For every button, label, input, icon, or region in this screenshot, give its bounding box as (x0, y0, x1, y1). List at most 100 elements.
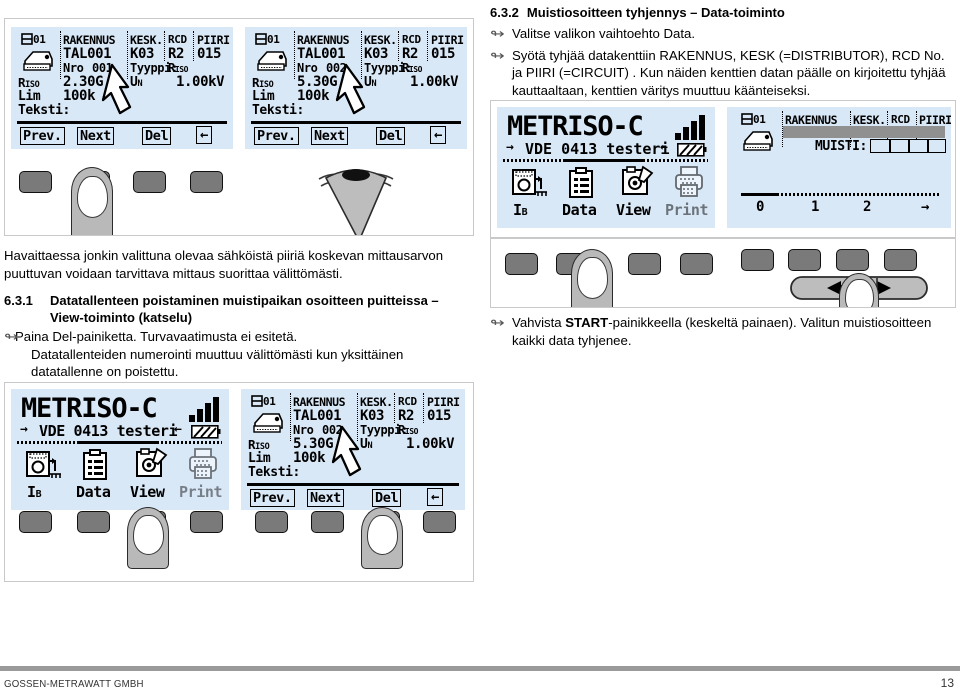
fingernail-bl-left (133, 515, 164, 555)
cursor-arrow-icon-2 (335, 63, 366, 115)
lcd2-softkey-back[interactable]: ← (430, 126, 447, 144)
lcd-arrow-right-bottom: ← (174, 422, 182, 437)
device-key-br-1[interactable] (255, 511, 288, 533)
view-icon[interactable] (135, 447, 169, 481)
device-key-mr-1[interactable] (505, 253, 538, 275)
lcd1-header-rakennus: RAKENNUS (63, 33, 116, 47)
rotary-selector-icon[interactable] (301, 165, 411, 236)
device-key-br-2[interactable] (311, 511, 344, 533)
print-label: Print (179, 483, 223, 501)
section-631-number: 6.3.1 (4, 293, 33, 308)
section-632-confirm-text: Vahvista START-painikkeella (keskeltä pa… (512, 314, 946, 349)
lcd-rule-bottom-solid (77, 441, 159, 444)
device-key-mr-6[interactable] (788, 249, 821, 271)
lcd3-header-piiri: PIIRI (427, 395, 460, 409)
lcd1-header-piiri: PIIRI (197, 33, 230, 47)
lcd1-header-kesk: KESK. (130, 33, 163, 47)
section-632-number: 6.3.2 (490, 5, 519, 20)
lcd-mem-scale-2: 2 (863, 199, 872, 215)
memory-card-icon (741, 113, 753, 125)
ib-icon[interactable] (511, 167, 549, 199)
lcd3-softkey-del[interactable]: Del (372, 489, 402, 507)
device-key-mr-8[interactable] (884, 249, 917, 271)
ib-label: IB (27, 483, 42, 501)
lcd1-softkey-back[interactable]: ← (196, 126, 213, 144)
lcd1-softkey-prev[interactable]: Prev. (20, 127, 65, 145)
lcd2-header-kesk: KESK. (364, 33, 397, 47)
lcd1-teksti-label: Teksti: (18, 103, 70, 118)
lcd2-softkey-del[interactable]: Del (376, 127, 406, 145)
lcd-mem-muisti-label: MUISTI: (815, 139, 867, 154)
lcd1-lim-value: 100k (63, 88, 96, 104)
lcd1-col-sep-3 (164, 31, 165, 61)
lcd2-softkey-next[interactable]: Next (311, 127, 348, 145)
battery-icon (191, 425, 221, 439)
lcd3-tyyppi-value: RISO (398, 423, 419, 437)
device-key-1a[interactable] (19, 171, 52, 193)
confirm-prefix: Vahvista (512, 315, 566, 330)
device-key-1c[interactable] (133, 171, 166, 193)
lcd1-tyyppi-value: RISO (168, 61, 189, 75)
data-label: Data (76, 483, 111, 501)
device-key-mr-3[interactable] (628, 253, 661, 275)
lcd1-header-rcd: RCD (168, 33, 187, 46)
ib-icon[interactable] (25, 449, 63, 481)
lcd2-divider (251, 121, 461, 124)
lcd2-lim-value: 100k (297, 88, 330, 104)
section-632: 6.3.2 Muistiosoitteen tyhjennys – Data-t… (490, 4, 952, 99)
data-icon[interactable] (81, 449, 111, 481)
device-key-mr-4[interactable] (680, 253, 713, 275)
lcd1-col-sep-4 (193, 31, 194, 61)
memory-card-icon (21, 33, 33, 45)
lcd3-lim-label: Lim (248, 451, 271, 466)
device-key-1d[interactable] (190, 171, 223, 193)
print-label: Print (665, 201, 709, 219)
lcd2-riso-label: RISO (252, 75, 274, 90)
device-key-br-4[interactable] (423, 511, 456, 533)
section-632-bullet-1: ↬ Valitse valikon vaihtoehto Data. (490, 25, 952, 43)
print-icon[interactable] (187, 447, 221, 481)
device-key-bl-1[interactable] (19, 511, 52, 533)
lcd-mem-scale-0: 0 (756, 199, 765, 215)
lcd-mem-scale-1: 1 (811, 199, 820, 215)
illustration-middle-right (490, 238, 956, 308)
lcd3-un-value: 1.00kV (406, 436, 455, 452)
lcd2-un-value: 1.00kV (410, 74, 459, 90)
data-icon[interactable] (567, 167, 597, 199)
section-631-bullet-line1: Paina Del-painiketta. Turvavaatimusta ei… (15, 329, 298, 344)
lcd2-nro-label: Nro (297, 61, 318, 75)
lcd1-softkey-del[interactable]: Del (142, 127, 172, 145)
fingernail-br (367, 515, 398, 555)
lcd-main-menu-top: METRISO-C → VDE 0413 testeri ← IB Data V… (497, 107, 715, 228)
lcd2-lim-label: Lim (252, 89, 275, 104)
lcd3-softkey-prev[interactable]: Prev. (250, 489, 295, 507)
lcd2-teksti-label: Teksti: (252, 103, 304, 118)
lcd1-softkey-next[interactable]: Next (77, 127, 114, 145)
lcd-memory-top: 01 RAKENNUS KESK. RCD PIIRI MUISTI: 0 1 … (727, 107, 951, 228)
intro-paragraph-text: Havaittaessa jonkin valittuna olevaa säh… (4, 248, 444, 281)
confirm-bold: START (565, 315, 609, 330)
lcd3-nro-label: Nro (293, 423, 314, 437)
lcd-mem-bargraph-tick-1 (889, 139, 891, 153)
view-icon[interactable] (621, 165, 655, 199)
view-label: View (130, 483, 165, 501)
lcd3-softkey-back[interactable]: ← (427, 488, 444, 506)
lcd2-softkey-prev[interactable]: Prev. (254, 127, 299, 145)
lcd3-softkey-next[interactable]: Next (307, 489, 344, 507)
device-key-mr-7[interactable] (836, 249, 869, 271)
device-key-bl-2[interactable] (77, 511, 110, 533)
battery-icon (677, 143, 707, 157)
bullet-arrow-icon: ↬ (490, 315, 505, 330)
lcd1-value-rakennus: TAL001 (63, 46, 112, 62)
section-632-bullet-2: ↬ Syötä tyhjää datakenttiin RAKENNUS, KE… (490, 47, 952, 100)
device-key-mr-5[interactable] (741, 249, 774, 271)
section-631-heading: 6.3.1 Datatallenteen poistaminen muistip… (4, 292, 466, 309)
lcd1-divider (17, 121, 227, 124)
footer-rule (0, 666, 960, 671)
fingernail-mr (577, 257, 608, 299)
lcd2-header-piiri: PIIRI (431, 33, 464, 47)
device-key-bl-4[interactable] (190, 511, 223, 533)
lcd-mem-bargraph-tick-3 (927, 139, 929, 153)
lcd-brand-top: METRISO-C (507, 111, 644, 142)
print-icon[interactable] (673, 165, 707, 199)
